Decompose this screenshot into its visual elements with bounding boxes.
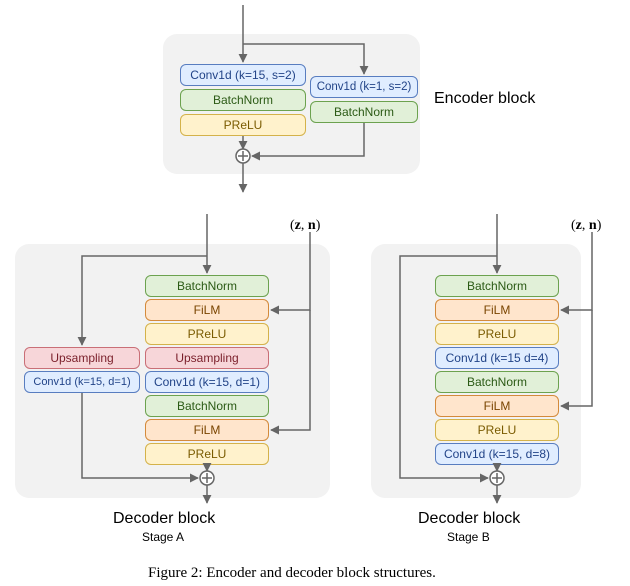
encoder-conv-main: Conv1d (k=15, s=2) — [180, 64, 306, 86]
encoder-bn-main: BatchNorm — [180, 89, 306, 111]
decoderA-prelu1: PReLU — [145, 323, 269, 345]
encoder-conv-skip: Conv1d (k=1, s=2) — [310, 76, 418, 98]
decoderB-bn2: BatchNorm — [435, 371, 559, 393]
decoderB-stage: Stage B — [447, 530, 490, 544]
decoderA-title: Decoder block — [113, 510, 215, 528]
decoderB-bn1: BatchNorm — [435, 275, 559, 297]
decoderA-bn1: BatchNorm — [145, 275, 269, 297]
encoder-prelu-main: PReLU — [180, 114, 306, 136]
decoderA-stage: Stage A — [142, 530, 184, 544]
decoderA-conv-skip: Conv1d (k=15, d=1) — [24, 371, 140, 393]
figure-caption: Figure 2: Encoder and decoder block stru… — [148, 565, 436, 582]
decoderB-title: Decoder block — [418, 510, 520, 528]
encoder-title: Encoder block — [434, 90, 535, 108]
decoderB-film2: FiLM — [435, 395, 559, 417]
zn-label-a: (z, n) — [290, 218, 320, 234]
decoderB-conv2: Conv1d (k=15, d=8) — [435, 443, 559, 465]
decoderA-ups-main: Upsampling — [145, 347, 269, 369]
decoderB-prelu1: PReLU — [435, 323, 559, 345]
decoderA-conv-main: Conv1d (k=15, d=1) — [145, 371, 269, 393]
decoderB-film1: FiLM — [435, 299, 559, 321]
decoderA-bn2: BatchNorm — [145, 395, 269, 417]
decoderA-ups-skip: Upsampling — [24, 347, 140, 369]
encoder-bn-skip: BatchNorm — [310, 101, 418, 123]
decoderA-film2: FiLM — [145, 419, 269, 441]
decoderA-prelu2: PReLU — [145, 443, 269, 465]
decoderB-prelu2: PReLU — [435, 419, 559, 441]
decoderB-conv1: Conv1d (k=15 d=4) — [435, 347, 559, 369]
decoderA-film1: FiLM — [145, 299, 269, 321]
zn-label-b: (z, n) — [571, 218, 601, 234]
